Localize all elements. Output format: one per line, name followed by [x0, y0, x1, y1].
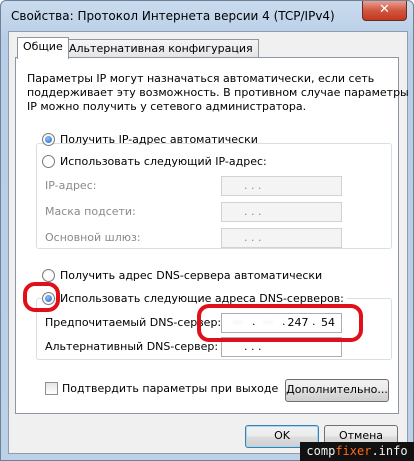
- dns-auto-label[interactable]: Получить адрес DNS-сервера автоматически: [60, 269, 322, 282]
- intro-line-1: Параметры IP могут назначаться автоматич…: [27, 72, 375, 85]
- dialog-window: Свойства: Протокол Интернета версии 4 (T…: [0, 0, 414, 461]
- window-title: Свойства: Протокол Интернета версии 4 (T…: [11, 9, 335, 23]
- default-gateway-input[interactable]: . . .: [221, 228, 342, 248]
- preferred-dns-input[interactable]: ··· . ··· . 247 . 54: [221, 313, 342, 333]
- octet-separator: .: [312, 315, 316, 328]
- advanced-button[interactable]: Дополнительно...: [285, 379, 389, 402]
- alternate-dns-label: Альтернативный DNS-сервер:: [45, 340, 219, 353]
- alternate-dns-input[interactable]: . . .: [221, 337, 342, 357]
- ip-address-dots: . . .: [244, 179, 262, 192]
- site-watermark: compfixer.info: [300, 442, 414, 461]
- title-bar[interactable]: Свойства: Протокол Интернета версии 4 (T…: [1, 1, 413, 31]
- octet-separator: .: [252, 315, 256, 328]
- intro-line-3: IP можно получить у сетевого администрат…: [27, 100, 307, 113]
- radio-selected-dot: [45, 136, 52, 143]
- default-gateway-label: Основной шлюз:: [45, 231, 141, 244]
- ip-manual-label[interactable]: Использовать следующий IP-адрес:: [60, 155, 270, 168]
- octet-separator: .: [282, 315, 286, 328]
- ip-address-input[interactable]: . . .: [221, 176, 342, 196]
- watermark-suffix: .info: [371, 444, 408, 458]
- tab-general[interactable]: Общие: [17, 37, 69, 59]
- validate-on-exit-label[interactable]: Подтвердить параметры при выходе: [62, 382, 278, 395]
- dns-manual-radio[interactable]: [42, 292, 55, 305]
- ip-auto-label[interactable]: Получить IP-адрес автоматически: [60, 133, 258, 146]
- tab-alternate-config[interactable]: Альтернативная конфигурация: [63, 39, 259, 58]
- dialog-client-area: Общие Альтернативная конфигурация Параме…: [8, 31, 409, 454]
- watermark-prefix: comp: [306, 444, 336, 458]
- preferred-dns-label: Предпочитаемый DNS-сервер:: [45, 316, 222, 329]
- ip-auto-radio[interactable]: [42, 133, 55, 146]
- subnet-mask-dots: . . .: [244, 205, 262, 218]
- preferred-dns-octet-4: 54: [321, 316, 335, 329]
- close-button[interactable]: ✕: [362, 1, 407, 21]
- preferred-dns-octet-1: ···: [232, 316, 244, 329]
- ip-address-label: IP-адрес:: [45, 179, 97, 192]
- ip-manual-radio[interactable]: [42, 155, 55, 168]
- intro-line-2: поддерживает эту возможность. В противно…: [27, 86, 409, 99]
- close-icon: ✕: [379, 2, 390, 17]
- preferred-dns-octet-3: 247: [287, 316, 309, 329]
- alternate-dns-dots: . . .: [244, 340, 262, 353]
- validate-on-exit-checkbox[interactable]: [45, 382, 58, 395]
- subnet-mask-input[interactable]: . . .: [221, 202, 342, 222]
- radio-selected-dot: [45, 295, 52, 302]
- general-tab-panel: Параметры IP могут назначаться автоматич…: [15, 57, 409, 414]
- preferred-dns-octet-2: ···: [262, 316, 274, 329]
- dns-manual-label[interactable]: Использовать следующие адреса DNS-сервер…: [60, 292, 347, 305]
- subnet-mask-label: Маска подсети:: [45, 205, 136, 218]
- default-gateway-dots: . . .: [244, 231, 262, 244]
- dns-auto-radio[interactable]: [42, 269, 55, 282]
- watermark-accent: fixer: [335, 444, 372, 458]
